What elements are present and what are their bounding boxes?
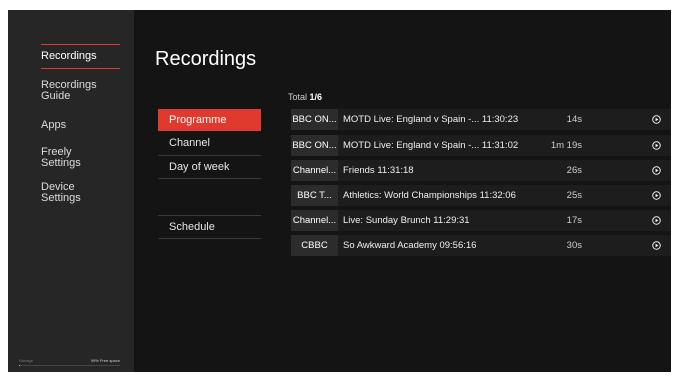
active-rule-top bbox=[41, 44, 120, 45]
sidebar-item-recordings[interactable]: Recordings bbox=[41, 51, 131, 62]
play-circle-icon[interactable] bbox=[652, 241, 661, 250]
total-label: Total bbox=[288, 92, 308, 102]
table-row[interactable]: BBC ON... MOTD Live: England v Spain -...… bbox=[291, 135, 671, 156]
play-circle-icon[interactable] bbox=[652, 115, 661, 124]
recording-duration: 14s bbox=[566, 114, 582, 125]
sidebar-item-apps[interactable]: Apps bbox=[41, 120, 131, 131]
page-title: Recordings bbox=[155, 48, 257, 70]
recording-title: Friends 11:31:18 bbox=[343, 165, 414, 176]
play-circle-icon[interactable] bbox=[652, 141, 661, 150]
storage-bar bbox=[19, 365, 120, 366]
channel-badge: CBBC bbox=[291, 235, 338, 256]
total-value: 1/6 bbox=[309, 92, 323, 102]
storage-indicator: Storage 99% Free space bbox=[8, 358, 134, 368]
storage-bar-fill bbox=[19, 365, 20, 366]
recording-duration: 30s bbox=[566, 240, 582, 251]
recording-duration: 17s bbox=[566, 215, 582, 226]
table-row[interactable]: BBC T... Athletics: World Championships 1… bbox=[291, 185, 671, 206]
storage-free-text: 99% Free space bbox=[90, 358, 120, 363]
table-row[interactable]: Channel... Live: Sunday Brunch 11:29:31 17… bbox=[291, 210, 671, 231]
filter-divider bbox=[158, 238, 261, 239]
filter-day-of-week[interactable]: Day of week bbox=[158, 156, 261, 178]
play-circle-icon[interactable] bbox=[652, 191, 661, 200]
active-rule-bottom bbox=[41, 68, 120, 69]
recording-duration: 26s bbox=[566, 165, 582, 176]
table-row[interactable]: Channel... Friends 11:31:18 26s bbox=[291, 160, 671, 181]
recording-duration: 25s bbox=[566, 190, 582, 201]
channel-badge: BBC T... bbox=[291, 185, 338, 206]
channel-badge: Channel... bbox=[291, 160, 338, 181]
table-row[interactable]: CBBC So Awkward Academy 09:56:16 30s bbox=[291, 235, 671, 256]
channel-badge: Channel... bbox=[291, 210, 338, 231]
filter-channel[interactable]: Channel bbox=[158, 132, 261, 154]
sidebar-item-freely-settings[interactable]: Freely Settings bbox=[41, 147, 101, 169]
sidebar: Recordings Recordings Guide Apps Freely … bbox=[8, 10, 134, 372]
channel-badge: BBC ON... bbox=[291, 135, 338, 156]
recording-title: Athletics: World Championships 11:32:06 bbox=[343, 190, 516, 201]
play-circle-icon[interactable] bbox=[652, 166, 661, 175]
filter-programme[interactable]: Programme bbox=[158, 109, 261, 131]
channel-badge: BBC ON... bbox=[291, 109, 338, 130]
recording-title: MOTD Live: England v Spain -... 11:30:23 bbox=[343, 114, 519, 125]
recording-title: So Awkward Academy 09:56:16 bbox=[343, 240, 477, 251]
filter-divider bbox=[158, 178, 261, 179]
tv-screen: Recordings Recordings Guide Apps Freely … bbox=[8, 10, 671, 372]
storage-label: Storage bbox=[19, 358, 34, 363]
recording-title: MOTD Live: England v Spain -... 11:31:02 bbox=[343, 140, 519, 151]
table-row[interactable]: BBC ON... MOTD Live: England v Spain -...… bbox=[291, 109, 671, 130]
play-circle-icon[interactable] bbox=[652, 216, 661, 225]
sidebar-item-device-settings[interactable]: Device Settings bbox=[41, 182, 101, 204]
sidebar-item-recordings-guide[interactable]: Recordings Guide bbox=[41, 80, 121, 102]
total-count: Total 1/6 bbox=[288, 92, 322, 102]
recording-duration: 1m 19s bbox=[550, 140, 582, 151]
filter-schedule[interactable]: Schedule bbox=[158, 216, 261, 238]
recording-title: Live: Sunday Brunch 11:29:31 bbox=[343, 215, 470, 226]
